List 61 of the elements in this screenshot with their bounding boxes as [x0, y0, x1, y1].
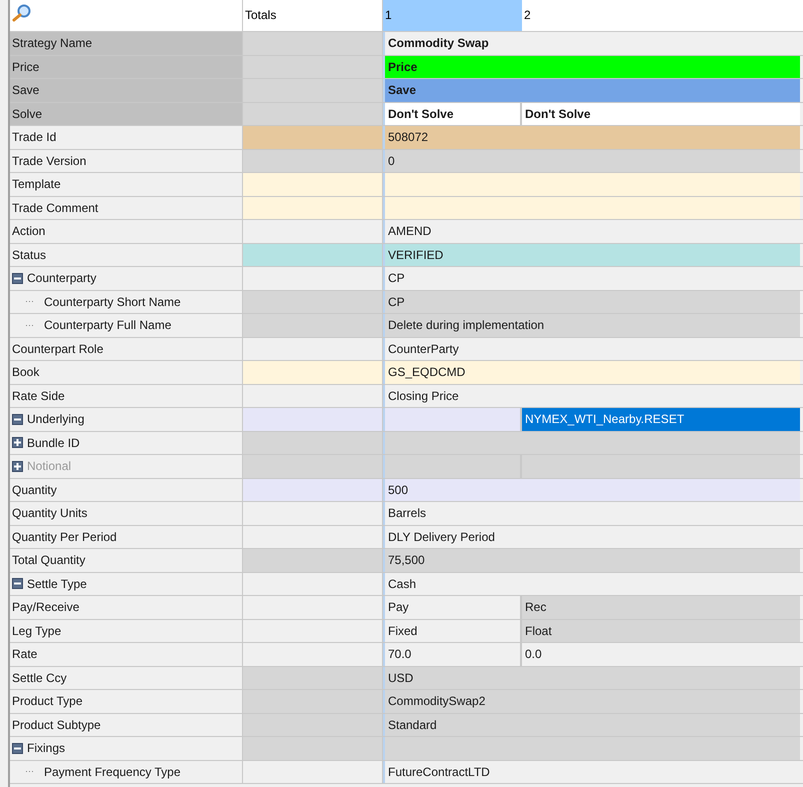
- property-label: Bundle ID: [10, 432, 243, 454]
- property-label: Counterparty: [10, 267, 243, 290]
- collapse-icon[interactable]: [12, 578, 23, 590]
- property-label: Underlying: [10, 408, 243, 430]
- value-cell[interactable]: Save: [383, 79, 800, 102]
- value-cell[interactable]: Don't Solve: [383, 102, 520, 125]
- value-cell[interactable]: USD: [383, 666, 800, 689]
- property-label: Counterpart Role: [10, 338, 243, 360]
- value-cell[interactable]: 0: [383, 150, 800, 172]
- property-label: Quantity: [10, 478, 243, 501]
- property-label: Trade Id: [10, 126, 243, 148]
- collapse-icon[interactable]: [12, 272, 23, 284]
- value-cell[interactable]: 508072: [383, 126, 800, 148]
- value-cell[interactable]: Don't Solve: [520, 102, 800, 125]
- value-cell[interactable]: Delete during implementation: [383, 314, 800, 336]
- property-label: Action: [10, 220, 243, 242]
- property-label: Settle Ccy: [10, 666, 243, 689]
- property-label: Quantity Units: [10, 502, 243, 524]
- value-cell[interactable]: Rec: [520, 596, 800, 618]
- property-label: Product Type: [10, 690, 243, 712]
- column-header[interactable]: Totals: [243, 0, 383, 31]
- value-cell[interactable]: Price: [383, 56, 800, 78]
- search-icon[interactable]: [12, 4, 32, 22]
- value-cell[interactable]: [383, 173, 800, 196]
- property-label: Leg Type: [10, 620, 243, 642]
- value-cell[interactable]: 75,500: [383, 549, 800, 572]
- property-label: Trade Version: [10, 150, 243, 172]
- collapse-icon[interactable]: [12, 742, 23, 754]
- value-cell[interactable]: Float: [520, 620, 800, 642]
- expand-icon[interactable]: [12, 437, 23, 448]
- property-label: Save: [10, 79, 243, 102]
- property-label: Trade Comment: [10, 196, 243, 219]
- property-label: Strategy Name: [10, 32, 243, 54]
- value-cell[interactable]: CommoditySwap2: [383, 690, 800, 712]
- property-label: Pay/Receive: [10, 596, 243, 618]
- value-cell[interactable]: [383, 408, 520, 430]
- property-label: Product Subtype: [10, 714, 243, 736]
- property-label: Notional: [10, 455, 243, 478]
- property-label: Rate: [10, 643, 243, 666]
- value-cell[interactable]: CP: [383, 290, 800, 313]
- column-header[interactable]: 1: [383, 0, 522, 31]
- property-label: Fixings: [10, 737, 243, 760]
- property-label: Price: [10, 56, 243, 78]
- property-label: Rate Side: [10, 384, 243, 407]
- value-cell[interactable]: [383, 737, 800, 760]
- property-label: Quantity Per Period: [10, 526, 243, 548]
- property-label: Book: [10, 361, 243, 384]
- property-label: Total Quantity: [10, 549, 243, 572]
- value-cell[interactable]: [383, 432, 800, 454]
- property-label: Template: [10, 173, 243, 196]
- property-label: Status: [10, 244, 243, 266]
- value-cell[interactable]: GS_EQDCMD: [383, 361, 800, 384]
- value-cell[interactable]: 500: [383, 478, 800, 501]
- property-label: Solve: [10, 102, 243, 125]
- column-header[interactable]: 2: [522, 0, 803, 31]
- value-cell[interactable]: [383, 196, 800, 219]
- value-cell[interactable]: VERIFIED: [383, 244, 800, 266]
- collapse-icon[interactable]: [12, 414, 23, 425]
- value-cell[interactable]: Standard: [383, 714, 800, 736]
- property-label: Settle Type: [10, 572, 243, 595]
- value-cell[interactable]: NYMEX_WTI_Nearby.RESET: [520, 408, 800, 430]
